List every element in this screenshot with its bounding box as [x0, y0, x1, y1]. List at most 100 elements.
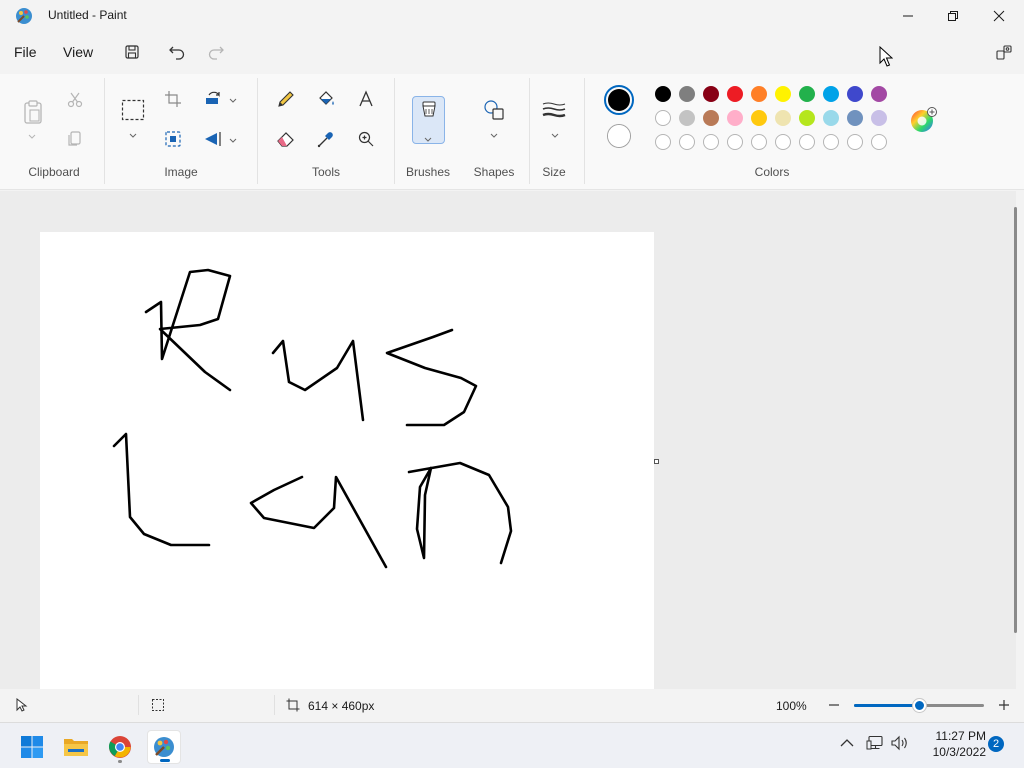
color-swatch[interactable]: [751, 110, 767, 126]
color-swatch[interactable]: [871, 86, 887, 102]
ribbon-divider: [584, 78, 585, 184]
color-swatch[interactable]: [727, 110, 743, 126]
restore-button[interactable]: [930, 0, 976, 32]
paste-chevron-down-icon[interactable]: [27, 131, 37, 141]
status-bar: 614 × 460px 100%: [0, 689, 1024, 722]
chrome-icon[interactable]: [103, 730, 137, 764]
zoom-slider-thumb[interactable]: [912, 699, 926, 712]
vertical-scrollbar[interactable]: [1014, 207, 1017, 633]
color-swatch[interactable]: [775, 86, 791, 102]
paint-taskbar-icon[interactable]: [147, 730, 181, 764]
color-swatch[interactable]: [799, 86, 815, 102]
image-group-label: Image: [164, 165, 198, 179]
color-swatch[interactable]: [679, 110, 695, 126]
brushes-group-label: Brushes: [405, 165, 451, 179]
clock-date: 10/3/2022: [932, 745, 986, 759]
color-swatch[interactable]: [871, 110, 887, 126]
file-menu[interactable]: File: [10, 42, 41, 62]
shapes-icon[interactable]: [482, 98, 506, 122]
color-swatch[interactable]: [655, 86, 671, 102]
ribbon-divider: [394, 78, 395, 184]
color-swatch[interactable]: [847, 86, 863, 102]
color-swatch[interactable]: [775, 110, 791, 126]
flip-chevron-down-icon[interactable]: [228, 135, 238, 145]
magnifier-icon[interactable]: [354, 127, 378, 151]
custom-color-slot[interactable]: [703, 134, 719, 150]
minimize-button[interactable]: [885, 0, 931, 32]
brushes-button[interactable]: [412, 96, 445, 144]
color-swatch[interactable]: [679, 86, 695, 102]
shapes-chevron-down-icon[interactable]: [489, 130, 499, 140]
custom-color-slot[interactable]: [775, 134, 791, 150]
primary-color-button[interactable]: [604, 85, 634, 115]
rotate-chevron-down-icon[interactable]: [228, 95, 238, 105]
handwritten-drawing: [112, 268, 513, 569]
color-swatch[interactable]: [703, 86, 719, 102]
color-swatch[interactable]: [823, 110, 839, 126]
clipboard-group-label: Clipboard: [28, 165, 80, 179]
custom-color-slot[interactable]: [679, 134, 695, 150]
pencil-icon[interactable]: [274, 87, 298, 111]
select-chevron-down-icon[interactable]: [128, 130, 138, 140]
cut-icon[interactable]: [63, 88, 87, 112]
secondary-color-button[interactable]: [607, 124, 631, 148]
volume-icon[interactable]: [891, 735, 909, 754]
custom-color-slot[interactable]: [727, 134, 743, 150]
color-swatch[interactable]: [799, 110, 815, 126]
canvas-resize-handle[interactable]: [654, 459, 659, 464]
color-swatch[interactable]: [847, 110, 863, 126]
custom-color-slot[interactable]: [823, 134, 839, 150]
network-icon[interactable]: [866, 735, 884, 754]
flip-icon[interactable]: [201, 127, 225, 151]
paste-icon[interactable]: [20, 98, 46, 126]
text-icon[interactable]: [354, 87, 378, 111]
copy-icon[interactable]: [63, 126, 87, 150]
color-swatch[interactable]: [655, 110, 671, 126]
color-swatch[interactable]: [823, 86, 839, 102]
stroke-size-icon[interactable]: [542, 98, 566, 122]
custom-color-slot[interactable]: [847, 134, 863, 150]
share-icon[interactable]: [992, 40, 1016, 64]
canvas-workspace: [0, 191, 1016, 689]
redo-icon[interactable]: [204, 40, 228, 64]
resize-icon[interactable]: [161, 127, 185, 151]
windows-start-icon[interactable]: [15, 730, 49, 764]
color-swatch[interactable]: [751, 86, 767, 102]
color-swatch[interactable]: [727, 86, 743, 102]
crop-icon[interactable]: [161, 87, 185, 111]
zoom-level-text[interactable]: 100%: [776, 699, 807, 713]
taskbar: [0, 722, 1024, 768]
view-menu[interactable]: View: [59, 42, 97, 62]
file-explorer-icon[interactable]: [59, 730, 93, 764]
primary-color-swatch: [608, 89, 630, 111]
colors-group-label: Colors: [754, 165, 790, 179]
fill-bucket-icon[interactable]: [314, 87, 338, 111]
rotate-icon[interactable]: [201, 87, 225, 111]
custom-color-slot[interactable]: [799, 134, 815, 150]
tools-group-label: Tools: [311, 165, 340, 179]
zoom-slider[interactable]: [854, 699, 984, 712]
color-swatch[interactable]: [703, 110, 719, 126]
title-bar: Untitled - Paint: [0, 0, 1024, 32]
status-divider: [274, 695, 275, 715]
custom-color-slot[interactable]: [871, 134, 887, 150]
select-rectangle-icon[interactable]: [121, 98, 145, 122]
notification-badge[interactable]: 2: [988, 736, 1004, 752]
zoom-in-icon[interactable]: [997, 698, 1011, 712]
size-group-label: Size: [542, 165, 566, 179]
show-hidden-icons-chevron-up-icon[interactable]: [840, 737, 854, 751]
drawing-canvas[interactable]: [40, 232, 654, 689]
system-clock[interactable]: 11:27 PM 10/3/2022: [912, 728, 986, 760]
edit-colors-icon[interactable]: [910, 107, 938, 135]
zoom-slider-fill: [854, 704, 919, 707]
custom-color-slot[interactable]: [751, 134, 767, 150]
shapes-group-label: Shapes: [473, 165, 515, 179]
zoom-out-icon[interactable]: [827, 698, 841, 712]
close-button[interactable]: [976, 0, 1022, 32]
custom-color-slot[interactable]: [655, 134, 671, 150]
color-picker-icon[interactable]: [314, 127, 338, 151]
size-chevron-down-icon[interactable]: [550, 130, 560, 140]
eraser-icon[interactable]: [274, 127, 298, 151]
save-icon[interactable]: [120, 40, 144, 64]
undo-icon[interactable]: [165, 40, 189, 64]
